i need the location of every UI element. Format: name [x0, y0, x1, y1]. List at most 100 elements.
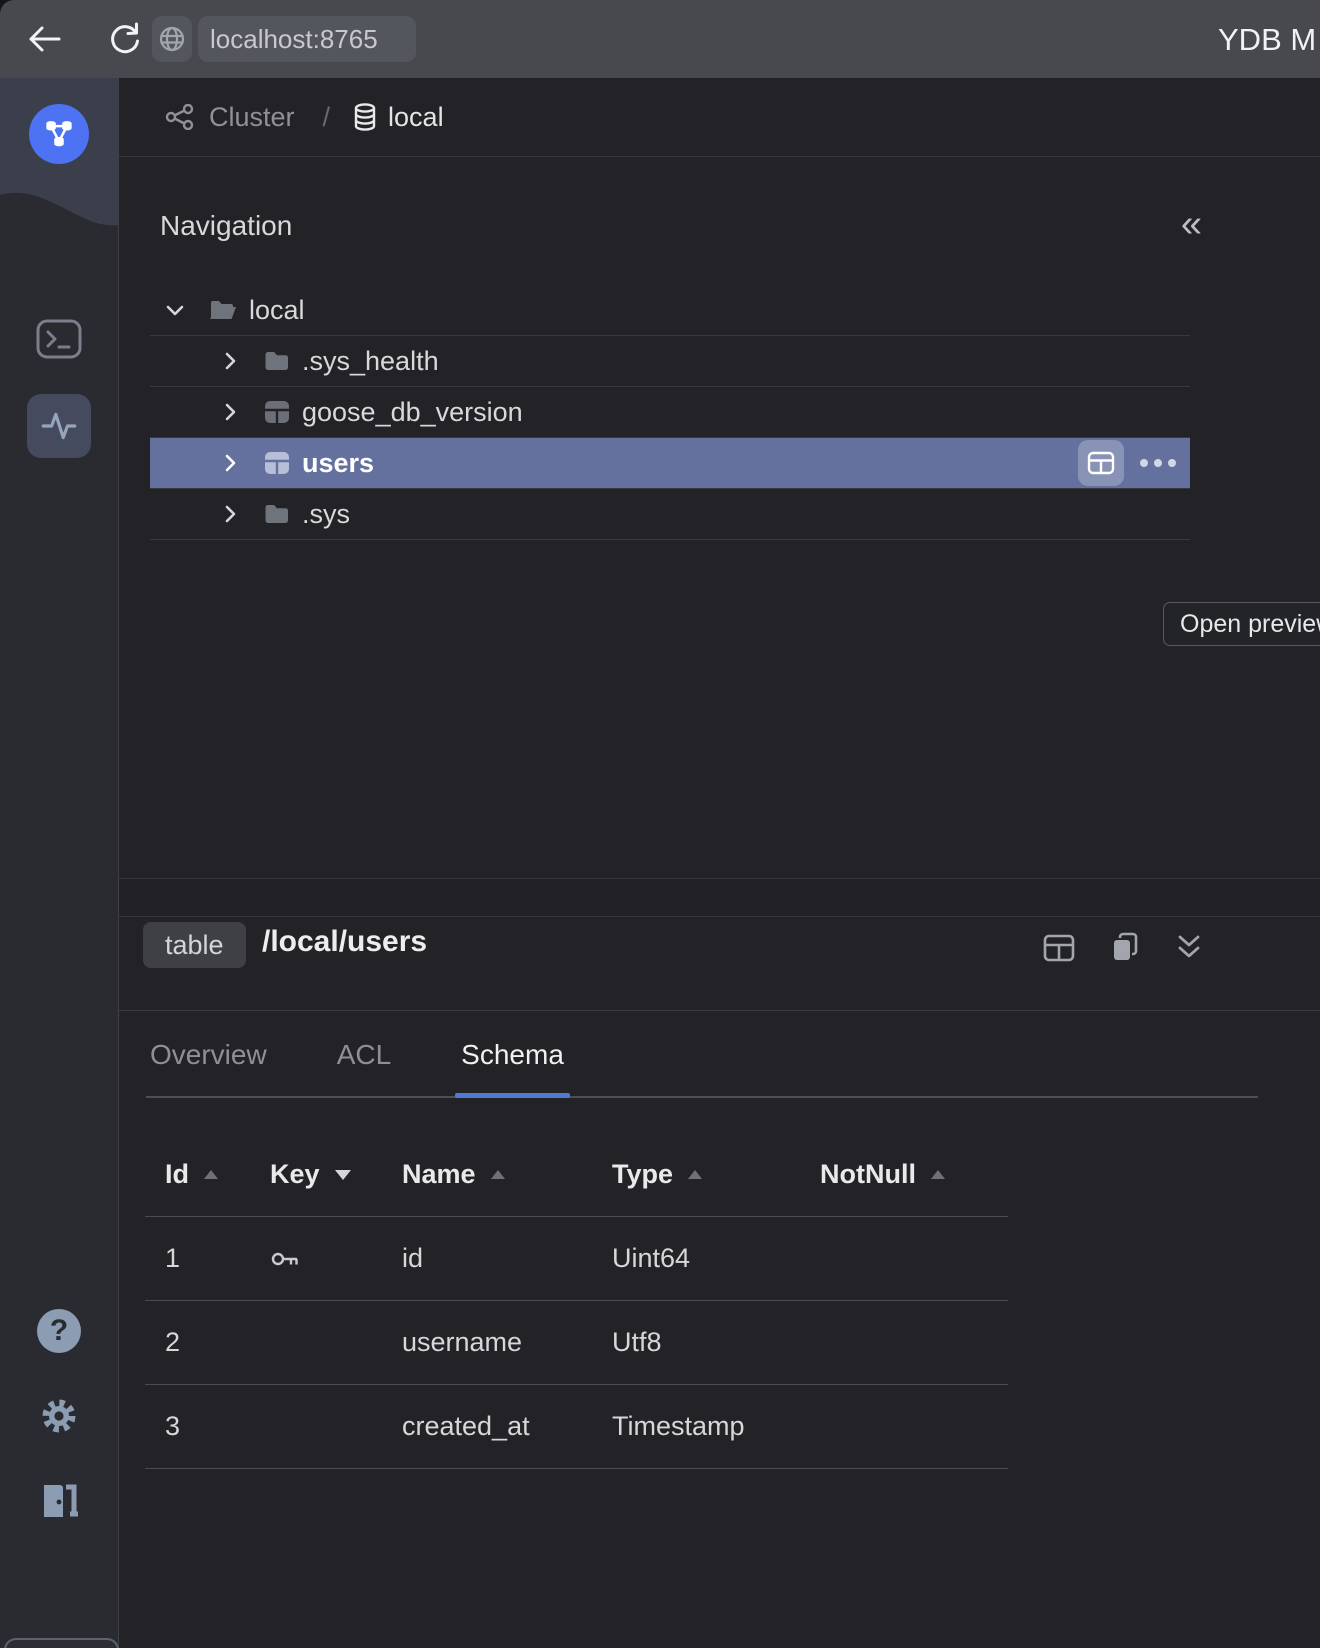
- cell-type: Timestamp: [612, 1411, 820, 1442]
- chevron-right-icon[interactable]: [218, 349, 242, 373]
- chevron-right-icon[interactable]: [218, 502, 242, 526]
- ydb-logo-icon: [40, 115, 78, 153]
- url-text: localhost:8765: [210, 24, 378, 55]
- cell-key: [270, 1248, 402, 1270]
- breadcrumb: Cluster / local: [119, 78, 1320, 157]
- chevron-right-icon[interactable]: [218, 451, 242, 475]
- chevron-down-icon[interactable]: [163, 298, 187, 322]
- exit-door-icon: [36, 1477, 82, 1521]
- monitoring-nav-button[interactable]: [27, 394, 91, 458]
- column-header-name[interactable]: Name: [402, 1159, 612, 1190]
- schema-table-header: Id Key Name Type NotNull: [145, 1133, 1008, 1216]
- folder-open-icon: [209, 299, 237, 321]
- tree-item-label: .sys_health: [302, 346, 439, 377]
- back-button[interactable]: [26, 20, 64, 58]
- chevron-right-icon[interactable]: [218, 400, 242, 424]
- open-preview-button[interactable]: [1078, 440, 1124, 486]
- column-header-id[interactable]: Id: [165, 1159, 270, 1190]
- globe-icon: [158, 25, 186, 53]
- entity-type-badge: table: [143, 922, 246, 968]
- breadcrumb-database[interactable]: local: [388, 102, 444, 133]
- sort-asc-icon: [204, 1170, 218, 1179]
- tab-schema[interactable]: Schema: [457, 1011, 568, 1098]
- tree-item-goose-db-version[interactable]: goose_db_version: [150, 387, 1190, 438]
- cell-type: Utf8: [612, 1327, 820, 1358]
- table-row: 2 username Utf8: [145, 1300, 1008, 1384]
- ydb-logo[interactable]: [29, 104, 89, 164]
- chevron-double-down-icon: [1175, 933, 1203, 963]
- folder-icon: [264, 350, 290, 372]
- reload-icon: [107, 21, 143, 57]
- terminal-icon: [35, 318, 83, 360]
- collapse-details-button[interactable]: [1169, 928, 1209, 968]
- cell-id: 1: [165, 1243, 270, 1274]
- tree-item-label: goose_db_version: [302, 397, 523, 428]
- row-actions: [1078, 438, 1182, 488]
- table-preview-icon: [1087, 451, 1115, 475]
- cell-id: 3: [165, 1411, 270, 1442]
- tab-acl[interactable]: ACL: [333, 1011, 395, 1098]
- address-bar[interactable]: localhost:8765: [198, 16, 416, 62]
- cell-name: username: [402, 1327, 612, 1358]
- terminal-nav-button[interactable]: [0, 318, 118, 360]
- help-button[interactable]: ?: [37, 1309, 81, 1353]
- app-sidebar: ?: [0, 78, 119, 1648]
- open-preview-tooltip: Open preview: [1163, 602, 1320, 646]
- column-header-type[interactable]: Type: [612, 1159, 820, 1190]
- table-row: 3 created_at Timestamp: [145, 1384, 1008, 1468]
- copy-icon: [1109, 932, 1141, 964]
- database-icon: [352, 102, 378, 132]
- table-row: 1 id Uint64: [145, 1216, 1008, 1300]
- screen: localhost:8765 YDB M ?: [0, 0, 1320, 1648]
- tree-item-sys[interactable]: .sys: [150, 489, 1190, 540]
- browser-topbar: localhost:8765 YDB M: [0, 0, 1320, 78]
- breadcrumb-cluster[interactable]: Cluster: [209, 102, 295, 133]
- tree-item-users[interactable]: users: [150, 438, 1190, 489]
- entity-header: table /local/users: [119, 917, 1320, 1011]
- cell-name: created_at: [402, 1411, 612, 1442]
- column-header-key[interactable]: Key: [270, 1159, 402, 1190]
- activity-pulse-icon: [39, 406, 79, 446]
- back-arrow-icon: [27, 24, 63, 54]
- entity-tabs: Overview ACL Schema: [119, 1011, 1320, 1098]
- main-content: Cluster / local Navigation « local .sys_…: [119, 78, 1320, 1648]
- cell-id: 2: [165, 1327, 270, 1358]
- question-icon: ?: [50, 1314, 68, 1348]
- open-preview-table-button[interactable]: [1039, 928, 1079, 968]
- settings-button[interactable]: [0, 1393, 118, 1439]
- schema-table-body: 1 id Uint64 2 username Utf8 3: [145, 1216, 1008, 1469]
- navigation-title: Navigation: [160, 210, 292, 242]
- breadcrumb-separator: /: [323, 102, 331, 133]
- table-icon: [264, 450, 290, 476]
- table-preview-icon: [1043, 934, 1075, 962]
- gear-icon: [36, 1393, 82, 1439]
- collapse-panel-button[interactable]: «: [1181, 205, 1202, 243]
- sort-desc-icon: [335, 1170, 351, 1180]
- sort-asc-icon: [688, 1170, 702, 1179]
- tree-item-label: local: [249, 295, 305, 326]
- window-title: YDB M: [1218, 22, 1316, 58]
- navigation-tree: local .sys_health goose_db_version users: [150, 285, 1190, 540]
- tree-item-label: users: [302, 448, 374, 479]
- folder-icon: [264, 503, 290, 525]
- entity-path: /local/users: [262, 925, 427, 959]
- tree-item-local[interactable]: local: [150, 285, 1190, 336]
- more-menu-button[interactable]: [1134, 459, 1182, 467]
- primary-key-icon: [270, 1248, 300, 1270]
- dot: [1140, 459, 1148, 467]
- navigation-panel: Navigation « local .sys_health goose_db_…: [119, 157, 1320, 879]
- tree-item-sys-health[interactable]: .sys_health: [150, 336, 1190, 387]
- panel-divider[interactable]: [119, 879, 1320, 917]
- tab-overview[interactable]: Overview: [146, 1011, 271, 1098]
- reload-button[interactable]: [106, 20, 144, 58]
- logout-button[interactable]: [0, 1477, 118, 1521]
- copy-path-button[interactable]: [1105, 928, 1145, 968]
- dot: [1154, 459, 1162, 467]
- schema-table: Id Key Name Type NotNull 1 id Uint64 2: [145, 1133, 1008, 1469]
- site-info-button[interactable]: [152, 16, 192, 62]
- column-header-notnull[interactable]: NotNull: [820, 1159, 1008, 1190]
- bottom-sheet-edge: [4, 1638, 119, 1648]
- cell-name: id: [402, 1243, 612, 1274]
- tree-item-label: .sys: [302, 499, 350, 530]
- sort-asc-icon: [931, 1170, 945, 1179]
